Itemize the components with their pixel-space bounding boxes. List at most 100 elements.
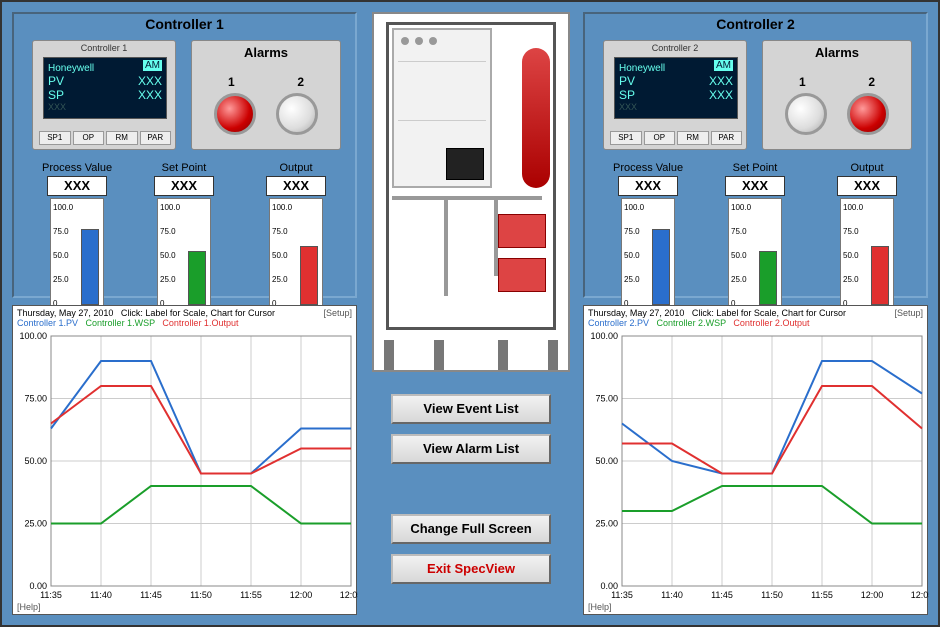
legend-series-1[interactable]: Controller 2.PV (588, 318, 649, 328)
trend-chart-1[interactable]: Thursday, May 27, 2010 Click: Label for … (12, 305, 357, 615)
svg-text:100.00: 100.00 (19, 331, 47, 341)
controller-1-panel: Controller 1 Controller 1 HoneywellAMPVXXX… (12, 12, 357, 298)
gauge-tick: 75.0 (53, 227, 69, 236)
gauge-tick: 25.0 (160, 275, 176, 284)
device-screen: HoneywellAMPVXXXSPXXXXXX (43, 57, 167, 119)
svg-text:11:45: 11:45 (140, 590, 162, 600)
svg-text:12:00: 12:00 (290, 590, 313, 600)
gauge-tick: 50.0 (53, 251, 69, 260)
gauge-tick: 50.0 (624, 251, 640, 260)
svg-text:11:50: 11:50 (190, 590, 212, 600)
alarms-panel: Alarms12 (191, 40, 341, 150)
device-sublabel: Controller 1 (33, 41, 175, 53)
gauge-tick: 50.0 (843, 251, 859, 260)
machine-illustration (372, 12, 570, 372)
gauge-value[interactable]: XXX (618, 176, 678, 196)
device-mode-badge: AM (714, 60, 733, 71)
alarm-led-1[interactable] (214, 93, 256, 135)
gauge-bar: 100.075.050.025.00 (840, 198, 894, 308)
alarms-title: Alarms (763, 41, 911, 60)
trend-setup-link[interactable]: [Setup] (894, 308, 923, 318)
alarm-led-2[interactable] (276, 93, 318, 135)
gauge-tick: 25.0 (53, 275, 69, 284)
gauge-tick: 75.0 (843, 227, 859, 236)
legend-series-3[interactable]: Controller 2.Output (733, 318, 809, 328)
device-brand: Honeywell (619, 63, 665, 74)
device-screen: HoneywellAMPVXXXSPXXXXXX (614, 57, 738, 119)
gauge-tick: 100.0 (731, 203, 751, 212)
view-alarm-list-button[interactable]: View Alarm List (391, 434, 551, 464)
pv-value: XXX (138, 74, 162, 88)
sp-value: XXX (138, 88, 162, 102)
device-mode-button[interactable]: PAR (140, 131, 172, 145)
gauge-group: Process ValueXXX100.075.050.025.00 (613, 162, 683, 308)
trend-legend: Controller 1.PV Controller 1.WSP Control… (13, 318, 356, 330)
view-event-list-button[interactable]: View Event List (391, 394, 551, 424)
device-mode-button[interactable]: SP1 (39, 131, 71, 145)
gauge-bar: 100.075.050.025.00 (50, 198, 104, 308)
gauge-fill (188, 251, 206, 305)
trend-setup-link[interactable]: [Setup] (323, 308, 352, 318)
gauge-fill (81, 229, 99, 305)
svg-text:11:55: 11:55 (240, 590, 262, 600)
device-mode-button[interactable]: RM (677, 131, 709, 145)
device-mode-button[interactable]: RM (106, 131, 138, 145)
gauge-fill (871, 246, 889, 305)
gauge-label: Set Point (154, 162, 214, 174)
device-mode-button[interactable]: OP (644, 131, 676, 145)
alarm-led-1[interactable] (785, 93, 827, 135)
svg-text:75.00: 75.00 (595, 394, 618, 404)
pv-value: XXX (709, 74, 733, 88)
gauge-value[interactable]: XXX (266, 176, 326, 196)
gauge-value[interactable]: XXX (47, 176, 107, 196)
gauge-tick: 100.0 (53, 203, 73, 212)
screen-footer: XXX (48, 102, 162, 112)
gauge-bar: 100.075.050.025.00 (621, 198, 675, 308)
gauge-value[interactable]: XXX (725, 176, 785, 196)
gauge-tick: 100.0 (624, 203, 644, 212)
trend-date: Thursday, May 27, 2010 (588, 308, 684, 318)
gauge-label: Output (837, 162, 897, 174)
alarm-number: 2 (297, 75, 304, 89)
alarm-led-2[interactable] (847, 93, 889, 135)
gauge-value[interactable]: XXX (837, 176, 897, 196)
center-column: View Event List View Alarm List Change F… (372, 12, 570, 584)
gauge-value[interactable]: XXX (154, 176, 214, 196)
gauge-label: Process Value (42, 162, 112, 174)
svg-text:11:35: 11:35 (40, 590, 62, 600)
gauge-group: Set Point XXX100.075.050.025.00 (154, 162, 214, 308)
alarm-number: 2 (868, 75, 875, 89)
controller-title: Controller 1 (14, 14, 355, 32)
legend-series-2[interactable]: Controller 2.WSP (657, 318, 726, 328)
legend-series-1[interactable]: Controller 1.PV (17, 318, 78, 328)
device-mode-badge: AM (143, 60, 162, 71)
trend-hint: Click: Label for Scale, Chart for Cursor (692, 308, 846, 318)
svg-text:11:50: 11:50 (761, 590, 783, 600)
gauge-group: Set PointXXX100.075.050.025.00 (725, 162, 785, 308)
svg-text:50.00: 50.00 (595, 456, 618, 466)
device-mode-button[interactable]: PAR (711, 131, 743, 145)
svg-text:25.00: 25.00 (24, 519, 47, 529)
svg-text:75.00: 75.00 (24, 394, 47, 404)
device-mode-button[interactable]: SP1 (610, 131, 642, 145)
gauge-tick: 100.0 (272, 203, 292, 212)
device-faceplate[interactable]: Controller 1 HoneywellAMPVXXXSPXXXXXX SP1O… (32, 40, 176, 150)
gauge-tick: 50.0 (731, 251, 747, 260)
legend-series-3[interactable]: Controller 1.Output (162, 318, 238, 328)
alarms-panel: Alarms12 (762, 40, 912, 150)
device-faceplate[interactable]: Controller 2HoneywellAMPVXXXSPXXXXXXSP1O… (603, 40, 747, 150)
trend-chart-2[interactable]: Thursday, May 27, 2010 Click: Label for … (583, 305, 928, 615)
pv-label: PV (619, 74, 635, 88)
change-full-screen-button[interactable]: Change Full Screen (391, 514, 551, 544)
device-mode-button[interactable]: OP (73, 131, 105, 145)
exit-specview-button[interactable]: Exit SpecView (391, 554, 551, 584)
device-sublabel: Controller 2 (604, 41, 746, 53)
gauge-bar: 100.075.050.025.00 (157, 198, 211, 308)
gauge-tick: 25.0 (731, 275, 747, 284)
gauge-bar: 100.075.050.025.00 (269, 198, 323, 308)
gauge-tick: 50.0 (272, 251, 288, 260)
legend-series-2[interactable]: Controller 1.WSP (86, 318, 155, 328)
svg-text:11:45: 11:45 (711, 590, 733, 600)
gauge-tick: 75.0 (624, 227, 640, 236)
svg-text:50.00: 50.00 (24, 456, 47, 466)
